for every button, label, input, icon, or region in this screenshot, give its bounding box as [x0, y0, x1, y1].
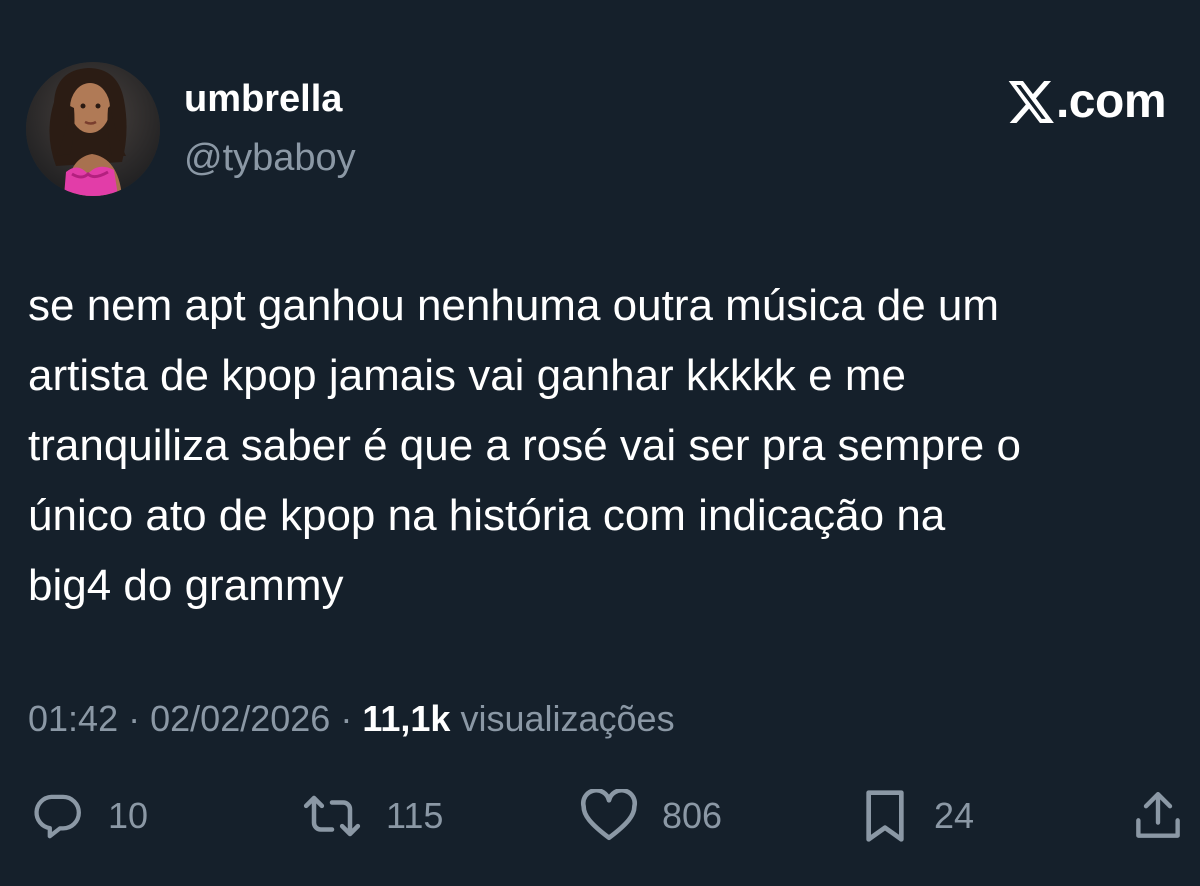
reply-icon	[34, 794, 81, 839]
display-name[interactable]: umbrella	[184, 76, 342, 122]
retweet-count: 115	[386, 795, 444, 836]
bookmark-button[interactable]: 24	[860, 788, 974, 844]
x-logo-icon	[1008, 81, 1054, 123]
bookmark-icon	[866, 790, 904, 842]
profile-photo	[26, 62, 160, 196]
tweet-meta: 01:42 · 02/02/2026 · 11,1k visualizações	[28, 695, 675, 743]
meta-separator: ·	[340, 698, 353, 739]
like-count: 806	[662, 795, 723, 836]
share-button[interactable]	[1134, 788, 1182, 844]
avatar[interactable]	[26, 62, 160, 196]
bookmark-count: 24	[934, 795, 975, 836]
tweet-text: se nem apt ganhou nenhuma outra música d…	[28, 281, 1021, 610]
action-bar: 10 115 806 24	[0, 788, 1200, 844]
heart-icon	[580, 789, 638, 841]
reply-button[interactable]: 10	[30, 788, 148, 844]
views-label: visualizações	[460, 698, 675, 739]
user-handle[interactable]: @tybaboy	[184, 135, 356, 181]
views-count: 11,1k	[362, 698, 451, 739]
site-logo-text: .com	[1055, 75, 1167, 128]
tweet-time[interactable]: 01:42	[28, 698, 118, 739]
meta-separator: ·	[128, 698, 141, 739]
reply-count: 10	[108, 795, 149, 836]
share-icon	[1136, 792, 1180, 838]
like-button[interactable]: 806	[580, 788, 722, 844]
retweet-icon	[303, 795, 361, 837]
retweet-button[interactable]: 115	[302, 788, 443, 844]
site-logo: .com	[1008, 74, 1167, 130]
tweet-date[interactable]: 02/02/2026	[150, 698, 330, 739]
